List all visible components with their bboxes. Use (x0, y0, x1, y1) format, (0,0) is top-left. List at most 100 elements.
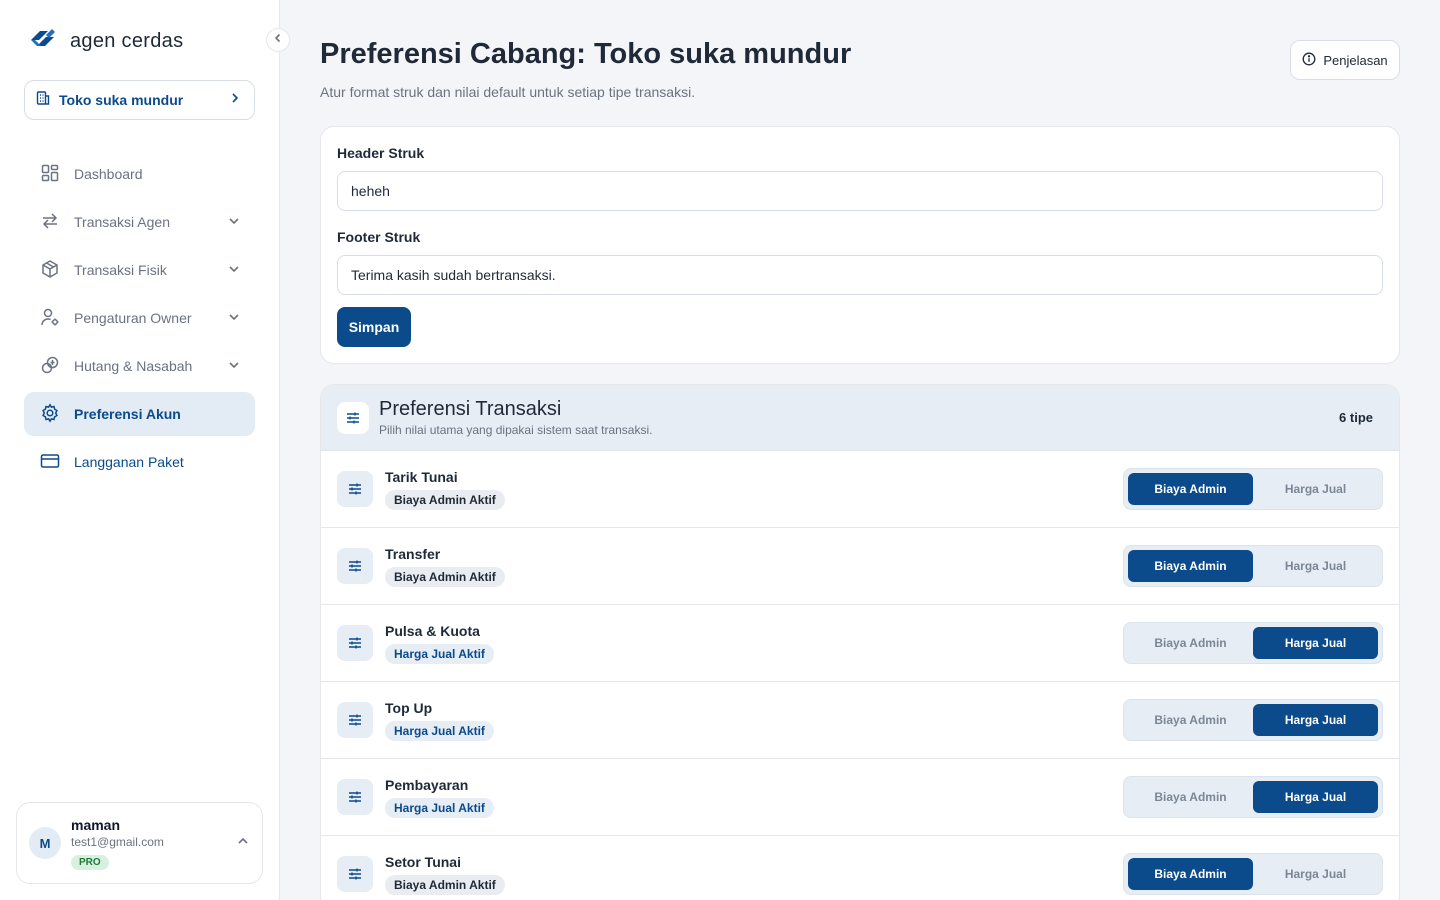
chevron-up-icon (236, 834, 250, 853)
option-biaya-admin[interactable]: Biaya Admin (1128, 858, 1253, 890)
preference-toggle: Biaya Admin Harga Jual (1123, 622, 1383, 664)
preference-status-badge: Harga Jual Aktif (385, 643, 494, 664)
chevron-down-icon (227, 262, 241, 279)
preference-name: Tarik Tunai (385, 468, 458, 485)
explain-button-label: Penjelasan (1323, 52, 1388, 68)
sliders-icon (337, 702, 373, 738)
preference-row: Pulsa & Kuota Harga Jual Aktif Biaya Adm… (321, 605, 1399, 682)
sidebar-nav: Dashboard Transaksi Agen Transaksi Fisik (24, 152, 255, 488)
sidebar-item-label: Hutang & Nasabah (74, 358, 193, 374)
user-name: maman (71, 816, 121, 833)
preference-info: Transfer Biaya Admin Aktif (385, 546, 1111, 587)
footer-struk-input[interactable] (337, 255, 1383, 295)
preferences-subtitle: Pilih nilai utama yang dipakai sistem sa… (379, 423, 653, 437)
sidebar-item-transaksi-agen[interactable]: Transaksi Agen (24, 200, 255, 244)
option-biaya-admin[interactable]: Biaya Admin (1128, 627, 1253, 659)
preference-status-badge: Biaya Admin Aktif (385, 489, 505, 510)
option-harga-jual[interactable]: Harga Jual (1253, 550, 1378, 582)
dashboard-icon (40, 163, 60, 186)
sliders-icon (337, 548, 373, 584)
sidebar-item-transaksi-fisik[interactable]: Transaksi Fisik (24, 248, 255, 292)
receipt-settings-card: Header Struk Footer Struk Simpan (320, 126, 1400, 364)
option-biaya-admin[interactable]: Biaya Admin (1128, 550, 1253, 582)
preference-toggle: Biaya Admin Harga Jual (1123, 545, 1383, 587)
avatar: M (29, 827, 61, 859)
footer-struk-label: Footer Struk (337, 229, 421, 245)
user-menu[interactable]: M maman test1@gmail.com PRO (16, 802, 263, 884)
preference-status-badge: Harga Jual Aktif (385, 797, 494, 818)
preference-name: Pembayaran (385, 776, 469, 793)
preferences-title: Preferensi Transaksi (379, 398, 562, 420)
sidebar-item-pengaturan-owner[interactable]: Pengaturan Owner (24, 296, 255, 340)
page-subtitle: Atur format struk dan nilai default untu… (320, 84, 696, 100)
sidebar-item-hutang-nasabah[interactable]: Hutang & Nasabah (24, 344, 255, 388)
info-icon (1302, 52, 1316, 69)
coins-icon (40, 355, 60, 378)
preference-info: Top Up Harga Jual Aktif (385, 700, 1111, 741)
chevron-down-icon (227, 358, 241, 375)
sliders-icon (337, 779, 373, 815)
preference-status-badge: Biaya Admin Aktif (385, 874, 505, 895)
branch-selector[interactable]: Toko suka mundur (24, 80, 255, 120)
preference-name: Pulsa & Kuota (385, 622, 480, 639)
preference-row: Setor Tunai Biaya Admin Aktif Biaya Admi… (321, 836, 1399, 900)
sliders-icon (337, 401, 369, 434)
user-email: test1@gmail.com (71, 834, 164, 849)
option-harga-jual[interactable]: Harga Jual (1253, 781, 1378, 813)
preference-toggle: Biaya Admin Harga Jual (1123, 776, 1383, 818)
preference-name: Setor Tunai (385, 853, 461, 870)
sidebar-item-preferensi-akun[interactable]: Preferensi Akun (24, 392, 255, 436)
preference-name: Top Up (385, 699, 433, 716)
preferences-header: Preferensi Transaksi Pilih nilai utama y… (321, 385, 1399, 451)
preference-row: Top Up Harga Jual Aktif Biaya Admin Harg… (321, 682, 1399, 759)
swap-icon (40, 211, 60, 234)
transaction-preferences-panel: Preferensi Transaksi Pilih nilai utama y… (320, 384, 1400, 900)
chevron-down-icon (227, 310, 241, 327)
preference-row: Tarik Tunai Biaya Admin Aktif Biaya Admi… (321, 451, 1399, 528)
sidebar: agen cerdas Toko suka mundur Dashboard T… (0, 0, 280, 900)
option-harga-jual[interactable]: Harga Jual (1253, 858, 1378, 890)
preference-info: Pulsa & Kuota Harga Jual Aktif (385, 623, 1111, 664)
option-biaya-admin[interactable]: Biaya Admin (1128, 781, 1253, 813)
preference-info: Pembayaran Harga Jual Aktif (385, 777, 1111, 818)
user-info: maman test1@gmail.com PRO (71, 817, 226, 870)
credit-card-icon (40, 451, 60, 474)
sidebar-item-label: Dashboard (74, 166, 143, 182)
sliders-icon (337, 856, 373, 892)
preference-toggle: Biaya Admin Harga Jual (1123, 853, 1383, 895)
save-button[interactable]: Simpan (337, 307, 411, 347)
option-harga-jual[interactable]: Harga Jual (1253, 627, 1378, 659)
preferences-count: 6 tipe (1339, 410, 1373, 425)
chevron-right-icon (228, 91, 242, 110)
preference-name: Transfer (385, 545, 441, 562)
box-icon (40, 259, 60, 282)
option-harga-jual[interactable]: Harga Jual (1253, 473, 1378, 505)
preference-status-badge: Biaya Admin Aktif (385, 566, 505, 587)
collapse-sidebar-button[interactable] (266, 28, 290, 52)
preference-info: Setor Tunai Biaya Admin Aktif (385, 854, 1111, 895)
option-biaya-admin[interactable]: Biaya Admin (1128, 704, 1253, 736)
header-struk-label: Header Struk (337, 145, 425, 161)
preference-row: Transfer Biaya Admin Aktif Biaya Admin H… (321, 528, 1399, 605)
gear-icon (40, 402, 60, 426)
option-biaya-admin[interactable]: Biaya Admin (1128, 473, 1253, 505)
brand-logo-icon (28, 26, 58, 57)
explain-button[interactable]: Penjelasan (1290, 40, 1400, 80)
sidebar-item-dashboard[interactable]: Dashboard (24, 152, 255, 196)
preference-row: Pembayaran Harga Jual Aktif Biaya Admin … (321, 759, 1399, 836)
sidebar-item-label: Preferensi Akun (74, 406, 181, 422)
sidebar-item-label: Transaksi Fisik (74, 262, 167, 278)
sidebar-item-label: Transaksi Agen (74, 214, 170, 230)
sidebar-item-label: Langganan Paket (74, 454, 184, 470)
header-struk-input[interactable] (337, 171, 1383, 211)
preference-toggle: Biaya Admin Harga Jual (1123, 699, 1383, 741)
sidebar-item-langganan-paket[interactable]: Langganan Paket (24, 440, 255, 484)
sidebar-item-label: Pengaturan Owner (74, 310, 192, 326)
preference-status-badge: Harga Jual Aktif (385, 720, 494, 741)
brand-logo[interactable]: agen cerdas (28, 26, 183, 57)
option-harga-jual[interactable]: Harga Jual (1253, 704, 1378, 736)
preferences-list: Tarik Tunai Biaya Admin Aktif Biaya Admi… (321, 451, 1399, 900)
plan-badge: PRO (71, 854, 109, 870)
sliders-icon (337, 625, 373, 661)
preference-info: Tarik Tunai Biaya Admin Aktif (385, 469, 1111, 510)
